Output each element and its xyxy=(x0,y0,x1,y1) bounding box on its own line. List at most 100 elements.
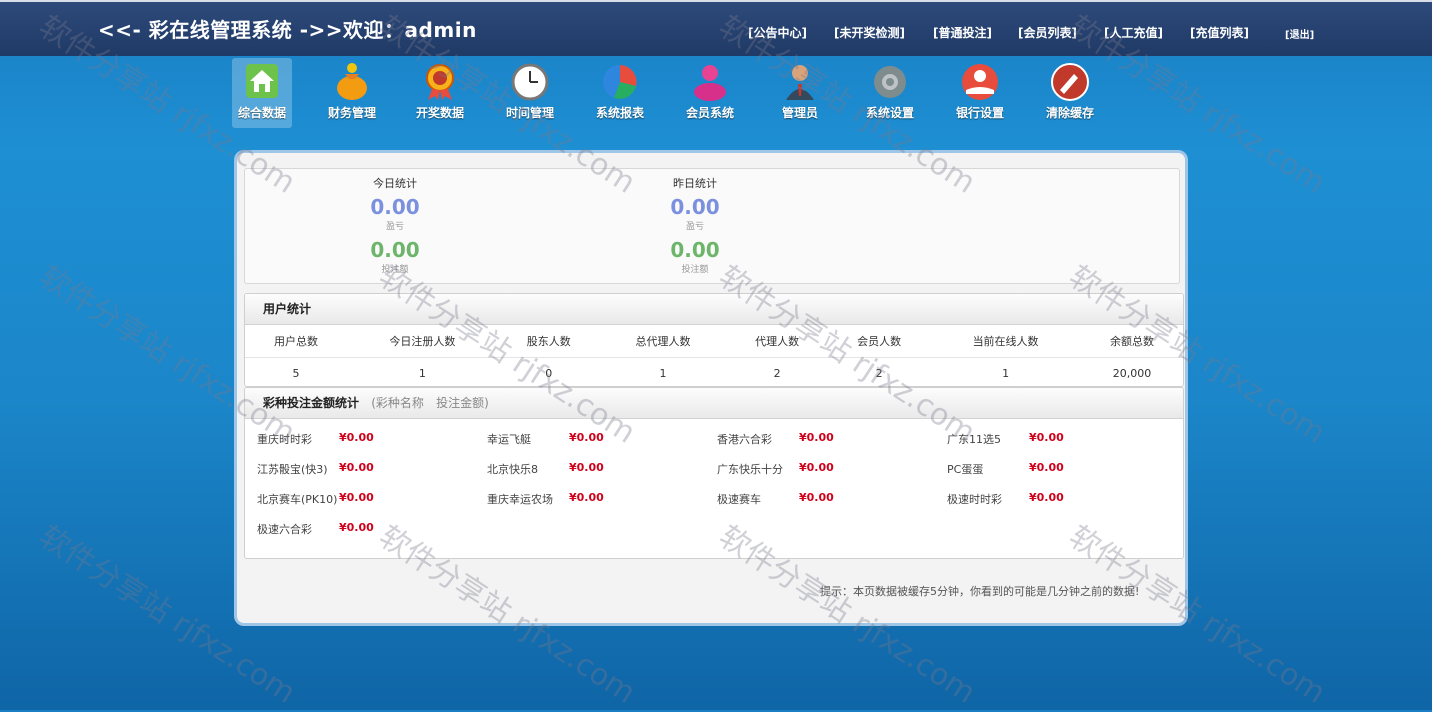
val-balance-total: 20,000 xyxy=(1080,357,1183,386)
nav-label: 时间管理 xyxy=(505,106,554,120)
lottery-name: 北京赛车(PK10) xyxy=(257,493,338,506)
val-members: 2 xyxy=(828,357,931,386)
table-row: 5 1 0 1 2 2 1 20,000 xyxy=(245,357,1183,386)
col-agents: 代理人数 xyxy=(726,325,829,358)
money-bag-icon xyxy=(337,63,367,100)
val-online: 1 xyxy=(930,357,1081,386)
link-announcements[interactable]: [公告中心] xyxy=(748,24,807,41)
nav-finance[interactable]: 财务管理 xyxy=(322,58,382,128)
clock-icon xyxy=(511,63,549,101)
yesterday-stats: 昨日统计 0.00 盈亏 0.00 投注额 xyxy=(635,175,755,275)
nav-system-settings[interactable]: 系统设置 xyxy=(860,58,920,128)
home-icon xyxy=(246,64,278,98)
nav-administrator[interactable]: 管理员 xyxy=(770,58,830,128)
award-medal-icon xyxy=(426,64,454,100)
nav-label: 开奖数据 xyxy=(415,106,464,120)
lottery-amount: ¥0.00 xyxy=(1029,491,1064,504)
lottery-amount: ¥0.00 xyxy=(569,491,604,504)
lottery-amount: ¥0.00 xyxy=(799,461,834,474)
lottery-amount: ¥0.00 xyxy=(799,431,834,444)
cache-footnote: 提示：本页数据被缓存5分钟，你看到的可能是几分钟之前的数据! xyxy=(820,585,1140,598)
today-bet: 0.00 xyxy=(370,238,420,262)
nav-system-reports[interactable]: 系统报表 xyxy=(590,58,650,128)
col-shareholders: 股东人数 xyxy=(497,325,600,358)
nav-time-management[interactable]: 时间管理 xyxy=(500,58,560,128)
nav-member-system[interactable]: 会员系统 xyxy=(680,58,740,128)
lottery-name: PC蛋蛋 xyxy=(947,463,984,476)
yesterday-bet-label: 投注额 xyxy=(681,265,709,275)
user-stats-box: 用户统计 用户总数 今日注册人数 股东人数 总代理人数 代理人数 会员人数 当前… xyxy=(244,293,1184,387)
col-balance-total: 余额总数 xyxy=(1080,325,1183,358)
lottery-name: 广东11选5 xyxy=(947,433,1001,446)
daily-stats-box: 今日统计 0.00 盈亏 0.00 投注额 昨日统计 0.00 盈亏 0.00 … xyxy=(244,168,1180,284)
lottery-name: 重庆幸运农场 xyxy=(487,493,553,506)
lottery-name: 北京快乐8 xyxy=(487,463,538,476)
main-nav: 综合数据 财务管理 开奖数据 时间管理 系统报表 会员系统 管理员 系统设置 银… xyxy=(232,58,1112,130)
nav-label: 财务管理 xyxy=(327,106,376,120)
lottery-grid: 重庆时时彩 ¥0.00 幸运飞艇 ¥0.00 香港六合彩 ¥0.00 广东11选5 ¥0.00… xyxy=(245,419,1183,551)
today-stats: 今日统计 0.00 盈亏 0.00 投注额 xyxy=(335,175,455,275)
val-today-registered: 1 xyxy=(347,357,498,386)
bank-hand-icon xyxy=(962,64,998,100)
nav-label: 会员系统 xyxy=(685,106,734,120)
gear-icon xyxy=(874,66,906,98)
logout-link[interactable]: [退出] xyxy=(1285,26,1314,41)
nav-clear-cache[interactable]: 清除缓存 xyxy=(1040,58,1100,128)
user-stats-title: 用户统计 xyxy=(245,294,1183,325)
lottery-stats-header: 彩种投注金额统计 (彩种名称 投注金额) xyxy=(245,388,1183,419)
nav-label: 银行设置 xyxy=(955,106,1004,120)
link-recharge-list[interactable]: [充值列表] xyxy=(1190,24,1249,41)
lottery-name: 香港六合彩 xyxy=(717,433,772,446)
link-manual-recharge[interactable]: [人工充值] xyxy=(1104,24,1163,41)
nav-bank-settings[interactable]: 银行设置 xyxy=(950,58,1010,128)
link-normal-bet[interactable]: [普通投注] xyxy=(933,24,992,41)
today-bet-label: 投注额 xyxy=(381,265,409,275)
pie-chart-icon xyxy=(603,65,637,99)
link-member-list[interactable]: [会员列表] xyxy=(1018,24,1077,41)
val-general-agents: 1 xyxy=(599,357,727,386)
today-title: 今日统计 xyxy=(373,177,417,190)
lottery-amount: ¥0.00 xyxy=(569,461,604,474)
val-agents: 2 xyxy=(726,357,829,386)
today-profit: 0.00 xyxy=(370,195,420,219)
lottery-name: 极速赛车 xyxy=(717,493,761,506)
top-links: [公告中心] [未开奖检测] [普通投注] [会员列表] [人工充值] [充值列… xyxy=(0,24,1432,44)
sort-by-name-tab[interactable]: (彩种名称 xyxy=(371,396,424,410)
lottery-amount: ¥0.00 xyxy=(339,461,374,474)
yesterday-title: 昨日统计 xyxy=(673,177,717,190)
link-undrawn-check[interactable]: [未开奖检测] xyxy=(834,24,905,41)
lottery-amount: ¥0.00 xyxy=(1029,461,1064,474)
users-icon xyxy=(694,65,726,101)
nav-label: 系统设置 xyxy=(865,106,914,120)
broom-icon xyxy=(1051,63,1089,101)
nav-draw-data[interactable]: 开奖数据 xyxy=(410,58,470,128)
nav-label: 管理员 xyxy=(781,106,818,120)
lottery-name: 极速六合彩 xyxy=(257,523,312,536)
lottery-amount: ¥0.00 xyxy=(339,431,374,444)
sort-by-amount-tab[interactable]: 投注金额) xyxy=(436,396,489,410)
lottery-amount: ¥0.00 xyxy=(799,491,834,504)
yesterday-bet: 0.00 xyxy=(670,238,720,262)
lottery-amount: ¥0.00 xyxy=(339,521,374,534)
yesterday-profit: 0.00 xyxy=(670,195,720,219)
lottery-amount: ¥0.00 xyxy=(569,431,604,444)
col-today-registered: 今日注册人数 xyxy=(347,325,498,358)
admin-person-icon xyxy=(786,65,814,100)
col-online: 当前在线人数 xyxy=(930,325,1081,358)
nav-label: 系统报表 xyxy=(595,106,644,120)
yesterday-profit-label: 盈亏 xyxy=(685,222,704,232)
top-header-bar: <<- 彩在线管理系统 ->>欢迎：admin [公告中心] [未开奖检测] [… xyxy=(0,0,1432,56)
lottery-name: 幸运飞艇 xyxy=(487,433,531,446)
lottery-name: 广东快乐十分 xyxy=(717,463,783,476)
col-total-users: 用户总数 xyxy=(245,325,347,358)
val-total-users: 5 xyxy=(245,357,347,386)
nav-label: 综合数据 xyxy=(237,106,286,120)
today-profit-label: 盈亏 xyxy=(385,222,404,232)
val-shareholders: 0 xyxy=(497,357,600,386)
nav-overview[interactable]: 综合数据 xyxy=(232,58,292,128)
lottery-stats-title: 彩种投注金额统计 xyxy=(263,396,360,410)
lottery-name: 重庆时时彩 xyxy=(257,433,312,446)
lottery-amount: ¥0.00 xyxy=(1029,431,1064,444)
lottery-stats-box: 彩种投注金额统计 (彩种名称 投注金额) 重庆时时彩 ¥0.00 幸运飞艇 ¥0.00… xyxy=(244,387,1184,559)
col-members: 会员人数 xyxy=(828,325,931,358)
